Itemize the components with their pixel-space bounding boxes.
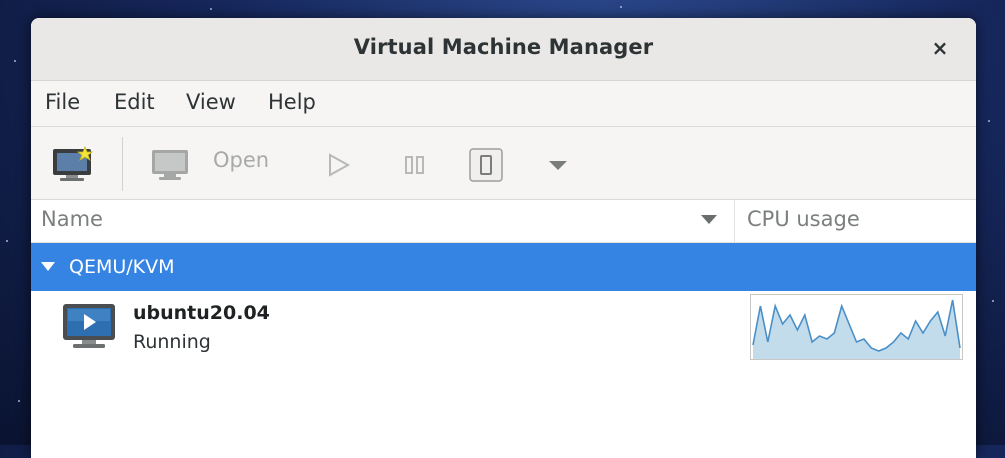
open-console-button[interactable] (151, 147, 191, 183)
vm-name: ubuntu20.04 (133, 302, 270, 324)
monitor-icon (152, 150, 188, 180)
new-vm-button[interactable] (51, 145, 97, 185)
vm-manager-window: Virtual Machine Manager × File Edit View… (31, 18, 976, 458)
close-button[interactable]: × (926, 34, 954, 62)
toolbar: Open (31, 127, 976, 200)
column-header: Name CPU usage (31, 200, 976, 243)
pause-button[interactable] (401, 151, 429, 179)
sort-down-icon[interactable] (701, 215, 717, 224)
menu-file[interactable]: File (45, 90, 80, 114)
vm-running-icon (63, 304, 115, 348)
column-divider (734, 200, 735, 242)
dropdown-arrow-icon (549, 161, 567, 170)
shutdown-menu-button[interactable] (547, 157, 569, 173)
open-label[interactable]: Open (213, 148, 269, 172)
cpu-sparkline (752, 299, 961, 359)
vm-row[interactable]: ubuntu20.04 Running (31, 291, 976, 361)
cpu-usage-graph (750, 294, 963, 360)
new-vm-icon (53, 145, 94, 181)
vm-status: Running (133, 331, 211, 353)
connection-row[interactable]: QEMU/KVM (31, 243, 976, 291)
shutdown-button[interactable] (468, 147, 504, 183)
name-column-header[interactable]: Name (41, 207, 103, 231)
title-bar[interactable]: Virtual Machine Manager × (31, 18, 976, 81)
connection-label: QEMU/KVM (69, 256, 175, 278)
play-icon (329, 153, 351, 177)
run-button[interactable] (325, 151, 353, 179)
expander-down-icon[interactable] (41, 262, 55, 271)
shutdown-icon (469, 148, 503, 182)
window-title: Virtual Machine Manager (353, 35, 654, 59)
menu-bar: File Edit View Help (31, 81, 976, 127)
cpu-column-header[interactable]: CPU usage (747, 207, 860, 231)
menu-edit[interactable]: Edit (114, 90, 155, 114)
menu-view[interactable]: View (186, 90, 236, 114)
toolbar-separator (122, 137, 123, 191)
cpu-usage-area (753, 300, 960, 359)
menu-help[interactable]: Help (268, 90, 316, 114)
pause-icon (405, 156, 424, 174)
